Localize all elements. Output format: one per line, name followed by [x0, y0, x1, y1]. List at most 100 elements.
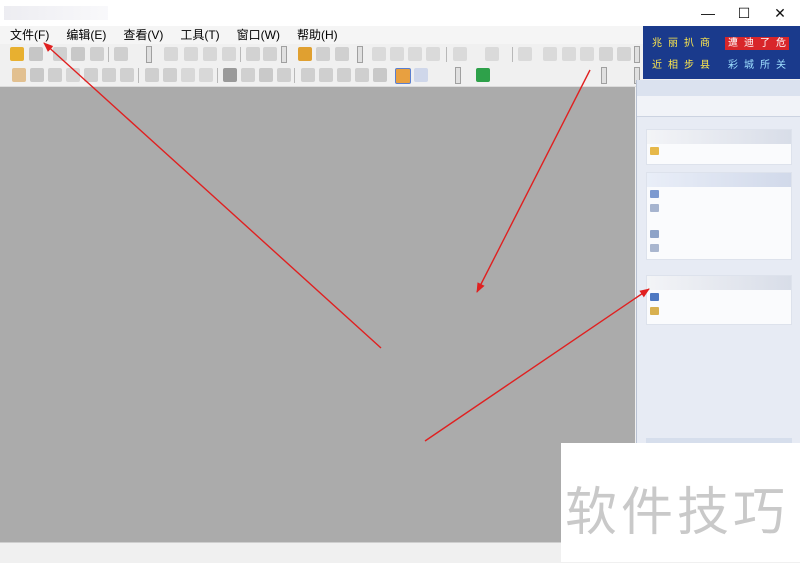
task-link[interactable]	[647, 227, 791, 241]
banner-char: 丽	[668, 38, 678, 49]
task-link[interactable]	[647, 304, 791, 318]
first-page-icon[interactable]	[164, 47, 178, 61]
text-select-icon[interactable]	[48, 68, 62, 82]
tools-toolbar	[0, 65, 643, 87]
menu-tools[interactable]: 工具(T)	[170, 26, 226, 44]
snapshot-icon[interactable]	[66, 68, 80, 82]
oval-tool-icon[interactable]	[199, 68, 213, 82]
search-icon[interactable]	[298, 47, 312, 61]
highlight-text-icon[interactable]	[301, 68, 315, 82]
zoom-out-icon[interactable]	[599, 47, 613, 61]
refresh-icon[interactable]	[485, 47, 499, 61]
rectangle-tool-icon[interactable]	[181, 68, 195, 82]
rotate-icon[interactable]	[453, 47, 467, 61]
image-icon[interactable]	[241, 68, 255, 82]
print-preview-icon[interactable]	[71, 47, 85, 61]
menu-file[interactable]: 文件(F)	[0, 26, 56, 44]
stamp-icon[interactable]	[102, 68, 116, 82]
task-link[interactable]	[647, 187, 791, 201]
toolbar-grip[interactable]	[281, 46, 287, 63]
banner-char: 步	[684, 60, 694, 71]
continuous-page-icon[interactable]	[390, 47, 404, 61]
status-bar	[0, 542, 635, 563]
task-card-header[interactable]	[647, 130, 791, 144]
toolbar-separator	[108, 47, 109, 62]
toolbar-grip[interactable]	[455, 67, 461, 84]
back-icon[interactable]	[246, 47, 260, 61]
toolbar-grip[interactable]	[357, 46, 363, 63]
banner-char: 相	[668, 60, 678, 71]
menu-help[interactable]: 帮助(H)	[287, 26, 345, 44]
folder-icon	[650, 147, 659, 155]
menu-bar: 文件(F) 编辑(E) 查看(V) 工具(T) 窗口(W) 帮助(H)	[0, 26, 643, 44]
go-arrow-icon[interactable]	[476, 68, 490, 82]
annotation-icon[interactable]	[84, 68, 98, 82]
menu-window[interactable]: 窗口(W)	[227, 26, 287, 44]
toolbar-separator	[138, 68, 139, 83]
fit-window-icon[interactable]	[518, 47, 532, 61]
next-page-icon[interactable]	[203, 47, 217, 61]
toolbar-separator	[240, 47, 241, 62]
font-icon[interactable]	[319, 68, 333, 82]
continuous-facing-icon[interactable]	[426, 47, 440, 61]
users-icon[interactable]	[414, 68, 428, 82]
banner-char: 商	[700, 38, 710, 49]
hand-tool-icon[interactable]	[12, 68, 26, 82]
close-button[interactable]: ✕	[757, 0, 800, 26]
ad-banner[interactable]: 兆 丽 扒 商 遭 迪 了 危 近 相 步 县 彩 城 所 关	[643, 26, 800, 79]
folder-icon	[650, 307, 659, 315]
last-page-icon[interactable]	[222, 47, 236, 61]
reading-mode-icon[interactable]	[395, 68, 411, 84]
task-link[interactable]	[647, 144, 791, 158]
banner-char: 遭	[725, 37, 741, 50]
music-icon[interactable]	[277, 68, 291, 82]
undo-icon[interactable]	[316, 47, 330, 61]
toolbar-separator	[512, 47, 513, 62]
globe-icon[interactable]	[373, 68, 387, 82]
copy-icon[interactable]	[114, 47, 128, 61]
open-icon[interactable]	[10, 47, 24, 61]
fit-page-icon[interactable]	[580, 47, 594, 61]
toolbar-separator	[217, 68, 218, 83]
toolbar-grip[interactable]	[601, 67, 607, 84]
menu-view[interactable]: 查看(V)	[113, 26, 170, 44]
email-icon[interactable]	[90, 47, 104, 61]
document-workspace[interactable]	[0, 87, 635, 542]
toolbar-separator	[294, 68, 295, 83]
task-card-create	[646, 172, 792, 260]
task-card-header[interactable]	[647, 173, 791, 187]
print-icon[interactable]	[53, 47, 67, 61]
banner-char: 关	[776, 60, 786, 71]
document-icon	[650, 190, 659, 198]
task-pane-header	[637, 80, 800, 96]
previous-page-icon[interactable]	[184, 47, 198, 61]
attach-icon[interactable]	[120, 68, 134, 82]
task-card-header[interactable]	[647, 276, 791, 290]
save-icon[interactable]	[29, 47, 43, 61]
task-link[interactable]	[647, 290, 791, 304]
actual-size-icon[interactable]	[543, 47, 557, 61]
task-link[interactable]	[647, 201, 791, 215]
single-page-icon[interactable]	[372, 47, 386, 61]
toolbar-grip[interactable]	[634, 46, 640, 63]
document-icon	[650, 204, 659, 212]
forward-icon[interactable]	[263, 47, 277, 61]
zoom-in-icon[interactable]	[617, 47, 631, 61]
redo-icon[interactable]	[335, 47, 349, 61]
facing-pages-icon[interactable]	[408, 47, 422, 61]
anchor-icon[interactable]	[355, 68, 369, 82]
line-tool-icon[interactable]	[145, 68, 159, 82]
select-tool-icon[interactable]	[30, 68, 44, 82]
toolbar-grip[interactable]	[146, 46, 152, 63]
edit-text-icon[interactable]	[223, 68, 237, 82]
banner-char: 所	[760, 60, 770, 71]
task-pane-nav	[637, 96, 800, 117]
fit-width-icon[interactable]	[562, 47, 576, 61]
banner-char: 危	[773, 37, 789, 50]
watermark-text: 软件技巧	[565, 483, 790, 543]
underline-text-icon[interactable]	[337, 68, 351, 82]
settings-icon[interactable]	[259, 68, 273, 82]
pencil-tool-icon[interactable]	[163, 68, 177, 82]
task-link[interactable]	[647, 241, 791, 255]
menu-edit[interactable]: 编辑(E)	[56, 26, 113, 44]
